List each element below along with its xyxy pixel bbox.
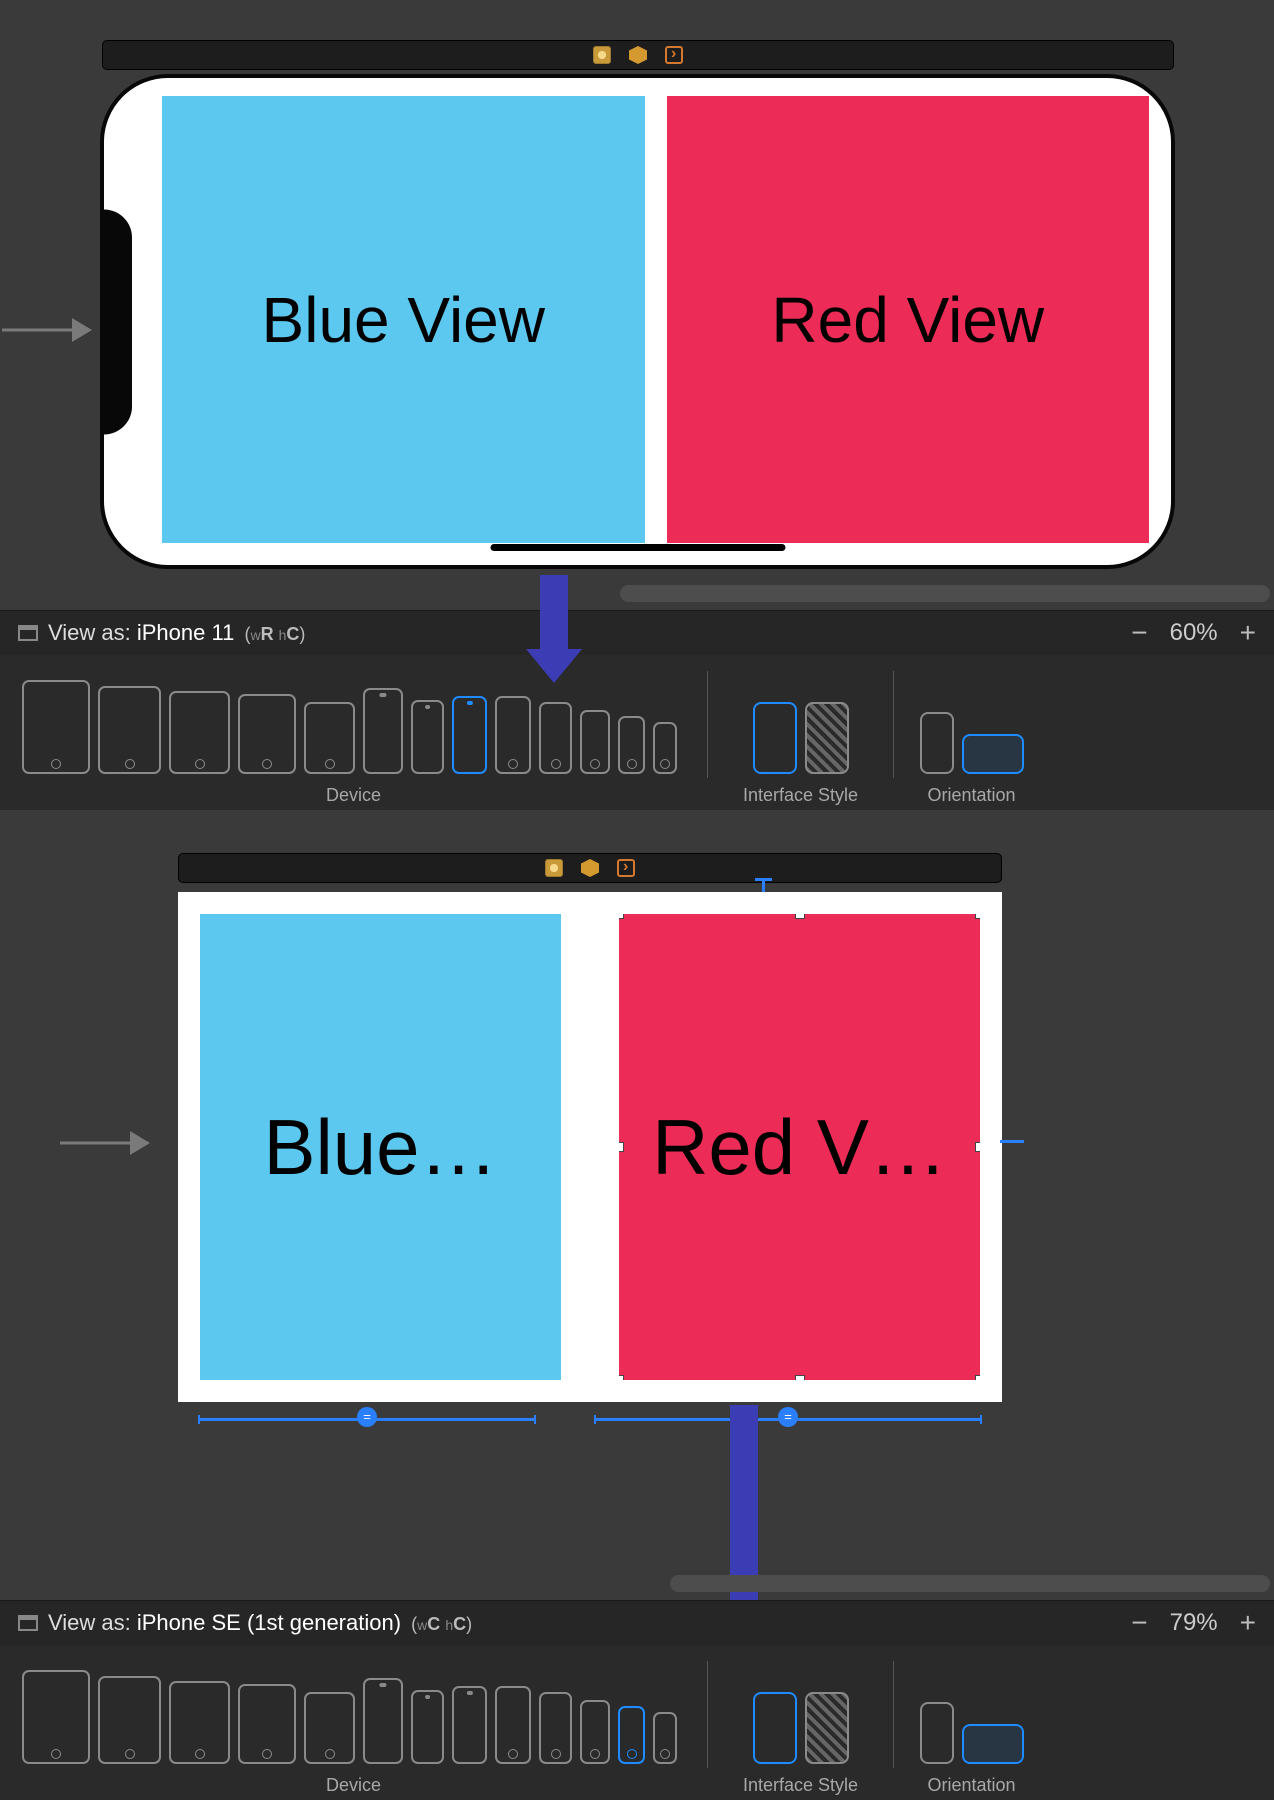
selection-handle-icon[interactable] xyxy=(619,914,624,919)
trait-header: View as: iPhone 11 (wR hC) − 60% + xyxy=(0,611,1274,655)
red-view-selected[interactable]: Red V… xyxy=(619,914,980,1380)
device-ipad-pro-11[interactable] xyxy=(98,686,161,774)
interface-style-picker: Interface Style xyxy=(708,1653,893,1800)
interface-style-dark[interactable] xyxy=(805,1692,849,1764)
canvas-scene-iphone11-landscape[interactable]: Blue View Red View xyxy=(100,74,1175,569)
device-group-label: Device xyxy=(0,1775,707,1796)
zoom-in-button[interactable]: + xyxy=(1240,617,1256,649)
orientation-landscape[interactable] xyxy=(962,734,1024,774)
orientation-portrait[interactable] xyxy=(920,712,954,774)
device-ipad-10-5[interactable] xyxy=(169,1681,230,1764)
device-ipad-9-7[interactable] xyxy=(238,694,296,774)
device-iphone-8[interactable] xyxy=(539,702,572,774)
interface-style-light[interactable] xyxy=(753,702,797,774)
orientation-label: Orientation xyxy=(894,785,1049,806)
trait-bar: View as: iPhone 11 (wR hC) − 60% + xyxy=(0,610,1274,810)
constraint-trailing-icon[interactable] xyxy=(1000,1140,1024,1143)
xcode-interface-builder-canvas: Blue View Red View View as: iPhone 11 (w… xyxy=(0,0,1274,1800)
device-group-label: Device xyxy=(0,785,707,806)
orientation-landscape[interactable] xyxy=(962,1724,1024,1764)
trait-header: View as: iPhone SE (1st generation) (wC … xyxy=(0,1601,1274,1645)
scene-toolbar[interactable] xyxy=(102,40,1174,70)
first-responder-icon[interactable] xyxy=(581,859,599,877)
constraint-equal-width-icon[interactable] xyxy=(198,1418,536,1421)
device-iphone-4s[interactable] xyxy=(653,722,677,774)
device-iphone-8-plus[interactable] xyxy=(495,1686,531,1764)
view-as-label[interactable]: View as: iPhone SE (1st generation) (wC … xyxy=(48,1610,472,1636)
device-ipad-pro-12[interactable] xyxy=(22,680,90,774)
zoom-level[interactable]: 79% xyxy=(1170,1609,1218,1637)
notch-icon xyxy=(100,209,132,434)
device-iphone-4s[interactable] xyxy=(653,1712,677,1764)
orientation-picker: Orientation xyxy=(894,1653,1049,1800)
exit-icon[interactable] xyxy=(617,859,635,877)
root-view[interactable]: Blue… Red V… xyxy=(200,914,980,1380)
root-view[interactable]: Blue View Red View xyxy=(162,96,1149,543)
scene-toolbar[interactable] xyxy=(178,853,1002,883)
zoom-level[interactable]: 60% xyxy=(1170,619,1218,647)
device-iphone-11-pro-max[interactable] xyxy=(363,1678,403,1764)
device-iphone-8-plus[interactable] xyxy=(495,696,531,774)
device-ipad-9-7[interactable] xyxy=(238,1684,296,1764)
horizontal-scrollbar[interactable] xyxy=(670,1575,1270,1592)
canvas-scene-iphone-se[interactable]: Blue… Red V… xyxy=(178,892,1002,1402)
device-iphone-11[interactable] xyxy=(452,696,487,774)
document-outline-toggle-icon[interactable] xyxy=(18,1615,38,1631)
segue-arrow-icon xyxy=(60,1128,170,1158)
interface-style-dark[interactable] xyxy=(805,702,849,774)
zoom-out-button[interactable]: − xyxy=(1131,617,1147,649)
device-ipad-pro-11[interactable] xyxy=(98,1676,161,1764)
document-outline-toggle-icon[interactable] xyxy=(18,625,38,641)
first-responder-icon[interactable] xyxy=(629,46,647,64)
selection-handle-icon[interactable] xyxy=(619,1142,624,1152)
device-ipad-mini[interactable] xyxy=(304,1692,355,1764)
device-iphone-se[interactable] xyxy=(618,716,645,774)
exit-icon[interactable] xyxy=(665,46,683,64)
device-iphone-se[interactable] xyxy=(618,1706,645,1764)
zoom-out-button[interactable]: − xyxy=(1131,1607,1147,1639)
home-indicator-icon xyxy=(490,544,785,551)
device-iphone-11-pro[interactable] xyxy=(411,1690,444,1764)
view-controller-icon[interactable] xyxy=(545,859,563,877)
selection-handle-icon[interactable] xyxy=(795,1375,805,1380)
device-iphone-11-pro-max[interactable] xyxy=(363,688,403,774)
segue-arrow-icon xyxy=(2,315,112,345)
device-iphone-11[interactable] xyxy=(452,1686,487,1764)
constraint-equal-width-icon[interactable] xyxy=(594,1418,982,1421)
selection-handle-icon[interactable] xyxy=(975,914,980,919)
orientation-portrait[interactable] xyxy=(920,1702,954,1764)
selection-handle-icon[interactable] xyxy=(975,1142,980,1152)
device-picker: Device xyxy=(0,663,707,810)
device-iphone-se2[interactable] xyxy=(580,1700,610,1764)
interface-style-light[interactable] xyxy=(753,1692,797,1764)
selection-handle-icon[interactable] xyxy=(975,1375,980,1380)
selection-handle-icon[interactable] xyxy=(619,1375,624,1380)
interface-style-label: Interface Style xyxy=(708,785,893,806)
red-view[interactable]: Red View xyxy=(667,96,1150,543)
view-as-label[interactable]: View as: iPhone 11 (wR hC) xyxy=(48,620,305,646)
zoom-controls: − 60% + xyxy=(1131,617,1256,649)
device-picker: Device xyxy=(0,1653,707,1800)
blue-view[interactable]: Blue… xyxy=(200,914,561,1380)
selection-handle-icon[interactable] xyxy=(795,914,805,919)
orientation-picker: Orientation xyxy=(894,663,1049,810)
interface-style-picker: Interface Style xyxy=(708,663,893,810)
trait-bar: View as: iPhone SE (1st generation) (wC … xyxy=(0,1600,1274,1800)
blue-view[interactable]: Blue View xyxy=(162,96,645,543)
device-iphone-11-pro[interactable] xyxy=(411,700,444,774)
zoom-controls: − 79% + xyxy=(1131,1607,1256,1639)
zoom-in-button[interactable]: + xyxy=(1240,1607,1256,1639)
annotation-arrow-icon xyxy=(540,575,568,655)
device-iphone-8[interactable] xyxy=(539,1692,572,1764)
interface-style-label: Interface Style xyxy=(708,1775,893,1796)
view-controller-icon[interactable] xyxy=(593,46,611,64)
device-iphone-se2[interactable] xyxy=(580,710,610,774)
orientation-label: Orientation xyxy=(894,1775,1049,1796)
horizontal-scrollbar[interactable] xyxy=(620,585,1270,602)
device-ipad-pro-12[interactable] xyxy=(22,1670,90,1764)
device-ipad-10-5[interactable] xyxy=(169,691,230,774)
device-ipad-mini[interactable] xyxy=(304,702,355,774)
